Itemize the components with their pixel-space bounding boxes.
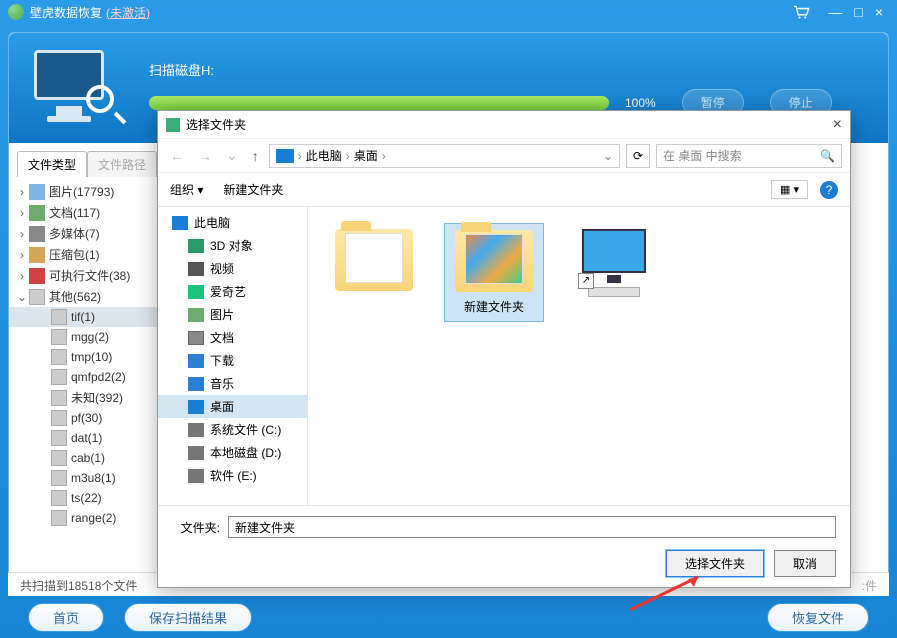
- dialog-tree-item[interactable]: 3D 对象: [158, 234, 307, 257]
- file-item[interactable]: 新建文件夹: [444, 223, 544, 322]
- home-button[interactable]: 首页: [28, 603, 104, 632]
- tree-item[interactable]: tmp(10): [9, 347, 163, 367]
- dialog-tree-item[interactable]: 视频: [158, 257, 307, 280]
- progress-percent: 100%: [625, 96, 656, 110]
- dialog-tree-item[interactable]: 文档: [158, 326, 307, 349]
- dialog-titlebar: 选择文件夹 ×: [158, 111, 850, 139]
- tree-item[interactable]: mgg(2): [9, 327, 163, 347]
- scan-count: 共扫描到18518个文件: [20, 579, 137, 593]
- search-icon: 🔍: [820, 149, 835, 163]
- nav-up-icon[interactable]: ↑: [248, 148, 263, 164]
- breadcrumb[interactable]: › 此电脑 › 桌面 › ⌄: [269, 144, 620, 168]
- tree-item[interactable]: range(2): [9, 508, 163, 528]
- new-folder-button[interactable]: 新建文件夹: [223, 181, 283, 198]
- tree-item[interactable]: 未知(392): [9, 387, 163, 408]
- tree-item[interactable]: ›多媒体(7): [9, 223, 163, 244]
- select-folder-button[interactable]: 选择文件夹: [666, 550, 764, 577]
- progress-bar: [149, 96, 609, 110]
- dialog-icon: [166, 118, 180, 132]
- unactivated-link[interactable]: (未激活): [106, 4, 150, 21]
- cancel-button[interactable]: 取消: [774, 550, 836, 577]
- filename-input[interactable]: [228, 516, 836, 538]
- dialog-close-button[interactable]: ×: [833, 116, 842, 134]
- refresh-button[interactable]: ⟳: [626, 144, 650, 168]
- tree-item[interactable]: m3u8(1): [9, 468, 163, 488]
- save-scan-button[interactable]: 保存扫描结果: [124, 603, 252, 632]
- dialog-tree-item[interactable]: 图片: [158, 303, 307, 326]
- dialog-tree-item[interactable]: 桌面: [158, 395, 307, 418]
- file-item[interactable]: [324, 223, 424, 303]
- cart-icon[interactable]: [792, 5, 810, 19]
- tree-item[interactable]: ts(22): [9, 488, 163, 508]
- scan-monitor-icon: [29, 48, 119, 128]
- tree-item[interactable]: ›可执行文件(38): [9, 265, 163, 286]
- bottom-toolbar: 首页 保存扫描结果 恢复文件: [8, 600, 889, 634]
- tree-item[interactable]: qmfpd2(2): [9, 367, 163, 387]
- breadcrumb-dropdown-icon[interactable]: ⌄: [603, 149, 613, 163]
- tree-item[interactable]: ›文档(117): [9, 202, 163, 223]
- search-box[interactable]: 在 桌面 中搜索 🔍: [656, 144, 842, 168]
- dialog-footer: 文件夹: 选择文件夹 取消: [158, 505, 850, 587]
- dialog-tree: 此电脑3D 对象视频爱奇艺图片文档下载音乐桌面系统文件 (C:)本地磁盘 (D:…: [158, 207, 308, 505]
- left-sidebar: 文件类型 文件路径 ›图片(17793)›文档(117)›多媒体(7)›压缩包(…: [9, 143, 164, 593]
- nav-dropdown-icon[interactable]: ⌄: [222, 147, 242, 164]
- tab-file-type[interactable]: 文件类型: [17, 151, 87, 177]
- close-button[interactable]: ×: [875, 4, 883, 20]
- titlebar: 壁虎数据恢复 (未激活) — □ ×: [0, 0, 897, 24]
- dialog-nav: ← → ⌄ ↑ › 此电脑 › 桌面 › ⌄ ⟳ 在 桌面 中搜索 🔍: [158, 139, 850, 173]
- file-type-tree: ›图片(17793)›文档(117)›多媒体(7)›压缩包(1)›可执行文件(3…: [9, 177, 163, 532]
- breadcrumb-folder[interactable]: 桌面: [354, 147, 378, 164]
- nav-forward-icon: →: [194, 148, 216, 164]
- tree-item[interactable]: pf(30): [9, 408, 163, 428]
- status-right: :件: [862, 577, 877, 594]
- recover-button[interactable]: 恢复文件: [767, 603, 869, 632]
- tree-item[interactable]: dat(1): [9, 428, 163, 448]
- tree-item[interactable]: ›压缩包(1): [9, 244, 163, 265]
- breadcrumb-root[interactable]: 此电脑: [306, 147, 342, 164]
- dialog-tree-this-pc[interactable]: 此电脑: [158, 211, 307, 234]
- app-logo: [8, 4, 24, 20]
- file-item[interactable]: ↗: [564, 223, 664, 309]
- dialog-tree-item[interactable]: 音乐: [158, 372, 307, 395]
- folder-picker-dialog: 选择文件夹 × ← → ⌄ ↑ › 此电脑 › 桌面 › ⌄ ⟳ 在 桌面 中搜…: [157, 110, 851, 588]
- dialog-file-area: 新建文件夹↗: [308, 207, 850, 505]
- filename-label: 文件夹:: [172, 519, 220, 536]
- tree-item[interactable]: tif(1): [9, 307, 163, 327]
- minimize-button[interactable]: —: [828, 4, 842, 20]
- help-icon[interactable]: ?: [820, 181, 838, 199]
- tree-item[interactable]: cab(1): [9, 448, 163, 468]
- app-title: 壁虎数据恢复: [30, 4, 102, 21]
- dialog-tree-item[interactable]: 系统文件 (C:): [158, 418, 307, 441]
- dialog-tree-item[interactable]: 下载: [158, 349, 307, 372]
- pc-icon: [276, 149, 294, 163]
- scan-label: 扫描磁盘H:: [149, 60, 868, 79]
- dialog-tree-item[interactable]: 软件 (E:): [158, 464, 307, 487]
- nav-back-icon[interactable]: ←: [166, 148, 188, 164]
- dialog-tree-item[interactable]: 爱奇艺: [158, 280, 307, 303]
- dialog-title-text: 选择文件夹: [186, 116, 246, 133]
- tree-item[interactable]: ›图片(17793): [9, 181, 163, 202]
- search-placeholder: 在 桌面 中搜索: [663, 147, 742, 164]
- view-mode-button[interactable]: ▦ ▾: [771, 180, 808, 199]
- dialog-tree-item[interactable]: 本地磁盘 (D:): [158, 441, 307, 464]
- tree-item[interactable]: ⌄其他(562): [9, 286, 163, 307]
- maximize-button[interactable]: □: [854, 4, 862, 20]
- tab-file-path[interactable]: 文件路径: [87, 151, 157, 177]
- dialog-toolbar: 组织 ▾ 新建文件夹 ▦ ▾ ?: [158, 173, 850, 207]
- organize-button[interactable]: 组织 ▾: [170, 181, 203, 198]
